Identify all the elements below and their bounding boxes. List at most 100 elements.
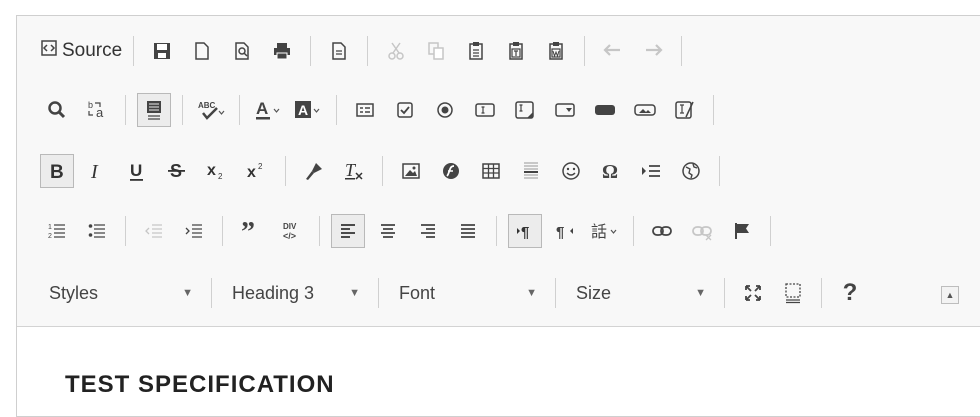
maximize-button[interactable] — [736, 276, 770, 310]
superscript-button[interactable]: x2 — [240, 154, 274, 188]
flash-button[interactable] — [434, 154, 468, 188]
styles-combo[interactable]: Styles ▼ — [37, 276, 203, 310]
bold-icon: B — [50, 162, 64, 181]
toolbar-separator — [821, 278, 822, 308]
background-color-button[interactable]: A — [291, 93, 325, 127]
spellcheck-icon: ABC — [198, 101, 225, 120]
size-combo[interactable]: Size ▼ — [564, 276, 716, 310]
select-all-button[interactable] — [137, 93, 171, 127]
subscript-button[interactable]: x2 — [200, 154, 234, 188]
print-button[interactable] — [265, 34, 299, 68]
bulleted-list-icon — [88, 224, 105, 238]
strikethrough-icon: S — [168, 161, 185, 181]
select-field-button[interactable] — [548, 93, 582, 127]
paste-text-icon — [509, 42, 523, 60]
radio-button[interactable] — [428, 93, 462, 127]
paste-text-button[interactable] — [499, 34, 533, 68]
anchor-button[interactable] — [725, 214, 759, 248]
table-button[interactable] — [474, 154, 508, 188]
source-button[interactable]: Source — [40, 34, 122, 68]
help-icon: ? — [842, 279, 858, 306]
svg-text:A: A — [298, 102, 308, 118]
align-right-button[interactable] — [411, 214, 445, 248]
bulleted-list-button[interactable] — [80, 214, 114, 248]
toolbar-separator — [367, 36, 369, 66]
svg-text:”: ” — [241, 221, 255, 241]
toolbar-separator — [378, 278, 379, 308]
button-widget-button[interactable] — [588, 93, 622, 127]
templates-icon — [332, 42, 346, 60]
blockquote-button[interactable]: ” — [234, 214, 268, 248]
form-button[interactable] — [348, 93, 382, 127]
text-direction-ltr-button[interactable]: ¶ — [508, 214, 542, 248]
chevron-down-icon: ▼ — [695, 287, 706, 299]
new-page-button[interactable] — [185, 34, 219, 68]
templates-button[interactable] — [322, 34, 356, 68]
underline-button[interactable]: U — [120, 154, 154, 188]
copy-button[interactable] — [419, 34, 453, 68]
image-button-widget-button[interactable] — [628, 93, 662, 127]
format-combo[interactable]: Heading 3 ▼ — [220, 276, 370, 310]
special-char-button[interactable]: Ω — [594, 154, 628, 188]
link-button[interactable] — [645, 214, 679, 248]
align-right-icon — [421, 224, 435, 238]
page-break-button[interactable] — [634, 154, 668, 188]
align-center-button[interactable] — [371, 214, 405, 248]
hidden-field-button[interactable] — [668, 93, 702, 127]
paste-word-button[interactable] — [539, 34, 573, 68]
show-blocks-icon — [785, 283, 801, 304]
page-break-icon — [642, 165, 660, 177]
undo-icon — [603, 44, 621, 56]
preview-icon — [235, 42, 249, 60]
save-icon — [154, 43, 171, 59]
textarea-button[interactable] — [508, 93, 542, 127]
numbered-list-button[interactable]: 12 — [40, 214, 74, 248]
copy-formatting-button[interactable] — [297, 154, 331, 188]
text-direction-rtl-button[interactable]: ¶ — [548, 214, 582, 248]
language-button[interactable]: 話 — [588, 214, 622, 248]
svg-text:U: U — [130, 161, 142, 180]
horizontal-rule-button[interactable] — [514, 154, 548, 188]
strikethrough-button[interactable]: S — [160, 154, 194, 188]
iframe-button[interactable] — [674, 154, 708, 188]
text-field-button[interactable] — [468, 93, 502, 127]
undo-button[interactable] — [596, 34, 630, 68]
save-button[interactable] — [145, 34, 179, 68]
text-field-icon — [475, 103, 495, 117]
text-color-icon: A — [256, 99, 280, 120]
bold-button[interactable]: B — [40, 154, 74, 188]
toolbar-separator — [724, 278, 725, 308]
remove-format-button[interactable]: T — [337, 154, 371, 188]
cut-button[interactable] — [379, 34, 413, 68]
justify-button[interactable] — [451, 214, 485, 248]
help-button[interactable]: ? — [833, 276, 867, 310]
image-button[interactable] — [394, 154, 428, 188]
background-color-icon: A — [295, 101, 320, 118]
spellcheck-button[interactable]: ABC — [194, 93, 228, 127]
replace-button[interactable]: ba — [80, 93, 114, 127]
show-blocks-button[interactable] — [776, 276, 810, 310]
toolbar-collapse-button[interactable]: ▲ — [941, 286, 959, 304]
svg-text:Ω: Ω — [602, 161, 618, 181]
text-color-button[interactable]: A — [251, 93, 285, 127]
redo-icon — [646, 44, 663, 56]
unlink-button[interactable] — [685, 214, 719, 248]
toolbar-separator — [319, 216, 320, 246]
toolbar-separator — [211, 278, 212, 308]
outdent-button[interactable] — [137, 214, 171, 248]
maximize-icon — [745, 285, 761, 301]
italic-button[interactable]: I — [80, 154, 114, 188]
indent-button[interactable] — [177, 214, 211, 248]
checkbox-button[interactable] — [388, 93, 422, 127]
redo-button[interactable] — [636, 34, 670, 68]
editor-content[interactable]: TEST SPECIFICATION — [17, 327, 980, 416]
font-combo[interactable]: Font ▼ — [387, 276, 547, 310]
smiley-button[interactable] — [554, 154, 588, 188]
align-left-button[interactable] — [331, 214, 365, 248]
preview-button[interactable] — [225, 34, 259, 68]
svg-text:DIV: DIV — [283, 222, 297, 231]
find-button[interactable] — [40, 93, 74, 127]
paste-button[interactable] — [459, 34, 493, 68]
quote-icon: ” — [241, 221, 255, 241]
create-div-button[interactable]: DIV </> — [274, 214, 308, 248]
